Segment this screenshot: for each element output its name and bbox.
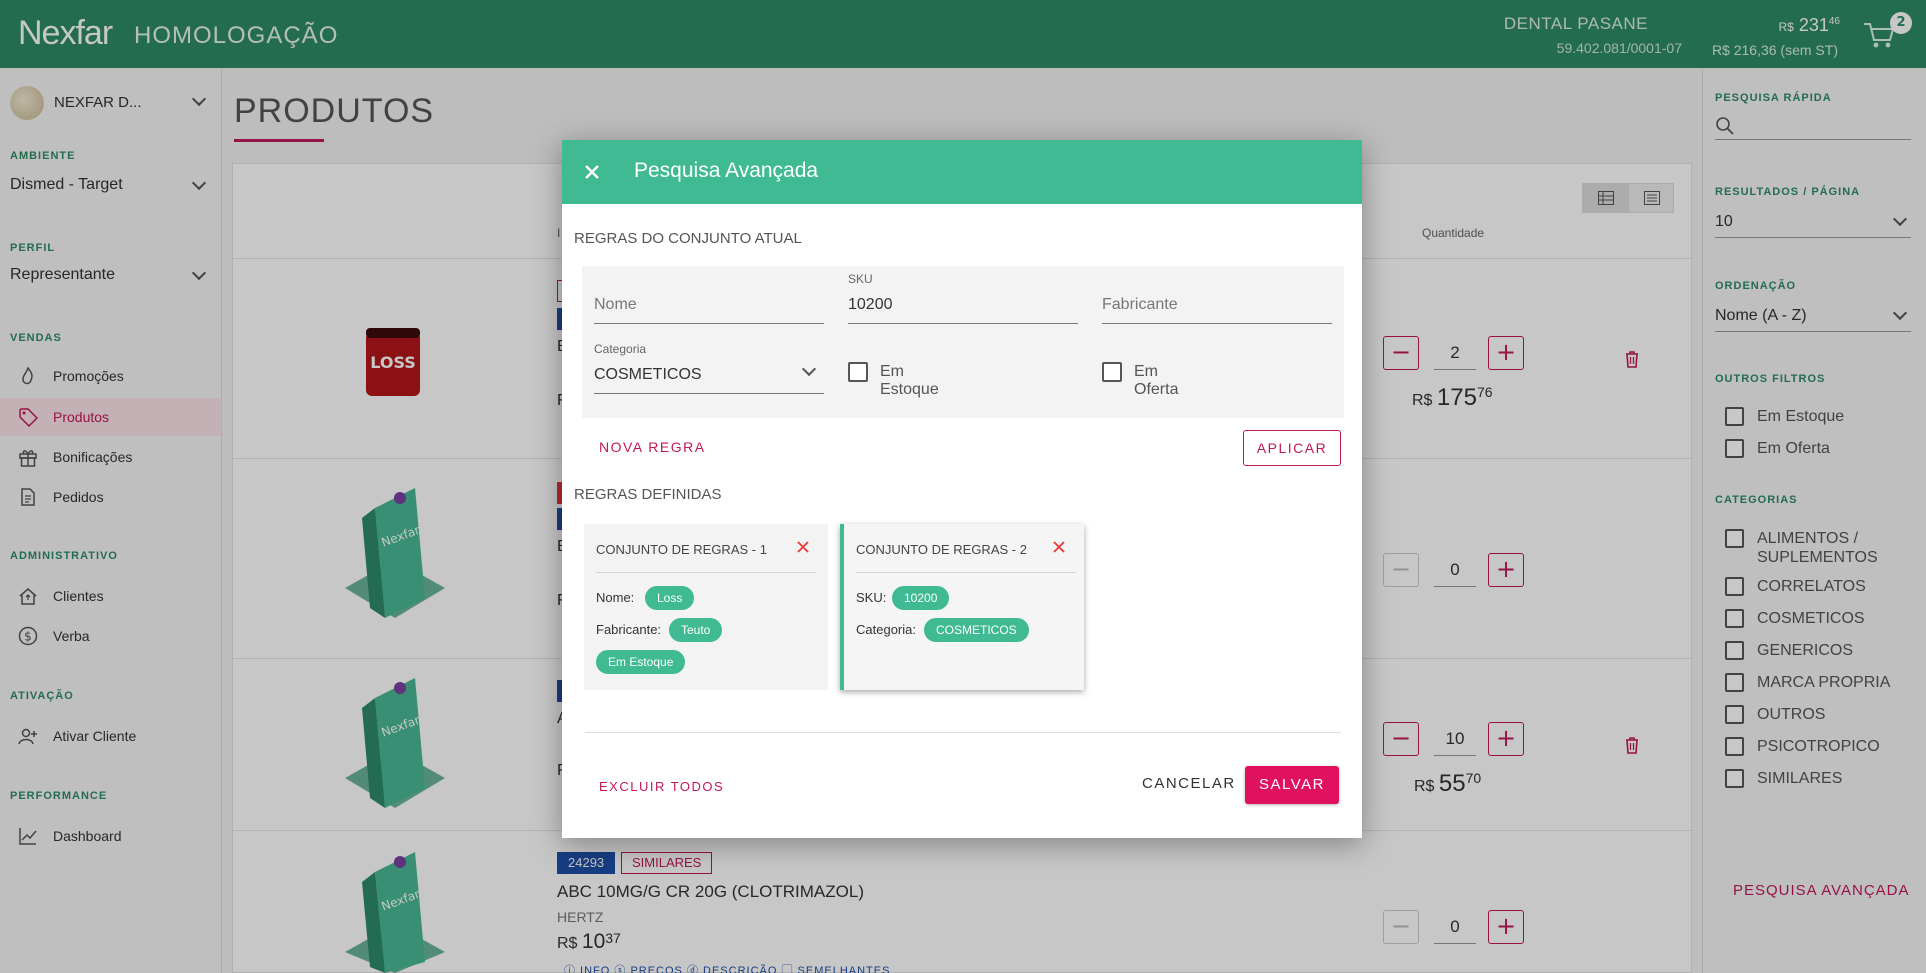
defined-rules-heading: REGRAS DEFINIDAS	[574, 486, 722, 503]
rule-key: Fabricante:	[596, 622, 662, 637]
divider	[856, 572, 1076, 573]
rule-chip: Em Estoque	[596, 650, 686, 674]
rule-key: SKU:	[856, 590, 887, 605]
divider	[596, 572, 816, 573]
modal-divider	[585, 732, 1341, 733]
checkbox-label: Em Estoque	[880, 363, 939, 398]
sku-value: 10200	[848, 296, 893, 313]
rule-set-card-1[interactable]: CONJUNTO DE REGRAS - 1 Nome: Loss Fabric…	[584, 524, 828, 690]
advanced-search-modal: Pesquisa Avançada REGRAS DO CONJUNTO ATU…	[562, 140, 1362, 838]
rule-key: Categoria:	[856, 622, 916, 637]
aplicar-button[interactable]: APLICAR	[1243, 430, 1341, 466]
chevron-down-icon	[801, 361, 817, 377]
nova-regra-button[interactable]: NOVA REGRA	[599, 439, 706, 455]
current-rules-heading: REGRAS DO CONJUNTO ATUAL	[574, 230, 802, 247]
rule-set-title: CONJUNTO DE REGRAS - 2	[856, 542, 1027, 557]
modal-title: Pesquisa Avançada	[634, 159, 819, 182]
remove-icon[interactable]	[796, 540, 810, 554]
rule-chip: COSMETICOS	[924, 618, 1029, 642]
checkbox[interactable]	[1102, 362, 1122, 382]
rule-editor: Nome SKU 10200 Fabricante Categoria COSM…	[582, 266, 1344, 418]
cancelar-button[interactable]: CANCELAR	[1142, 775, 1236, 792]
categoria-value: COSMETICOS	[594, 366, 702, 383]
sku-label: SKU	[848, 272, 873, 286]
close-icon[interactable]	[578, 158, 606, 186]
rule-set-card-2[interactable]: CONJUNTO DE REGRAS - 2 SKU: 10200 Catego…	[840, 524, 1084, 690]
rule-set-title: CONJUNTO DE REGRAS - 1	[596, 542, 767, 557]
rule-chip: Loss	[645, 586, 695, 610]
fabricante-placeholder: Fabricante	[1102, 296, 1178, 313]
rule-chip: 10200	[892, 586, 950, 610]
checkbox[interactable]	[848, 362, 868, 382]
categoria-label: Categoria	[594, 342, 647, 356]
categoria-select[interactable]: Categoria COSMETICOS	[594, 342, 824, 394]
fabricante-field[interactable]: Fabricante	[1102, 272, 1332, 324]
rule-chip: Teuto	[669, 618, 723, 642]
excluir-todos-button[interactable]: EXCLUIR TODOS	[599, 779, 724, 794]
nome-field[interactable]: Nome	[594, 272, 824, 324]
sku-field[interactable]: SKU 10200	[848, 272, 1078, 324]
checkbox-label: Em Oferta	[1134, 363, 1179, 398]
modal-header: Pesquisa Avançada	[562, 140, 1362, 204]
salvar-button[interactable]: SALVAR	[1245, 766, 1339, 804]
nome-placeholder: Nome	[594, 296, 637, 313]
rule-key: Nome:	[596, 590, 635, 605]
remove-icon[interactable]	[1052, 540, 1066, 554]
